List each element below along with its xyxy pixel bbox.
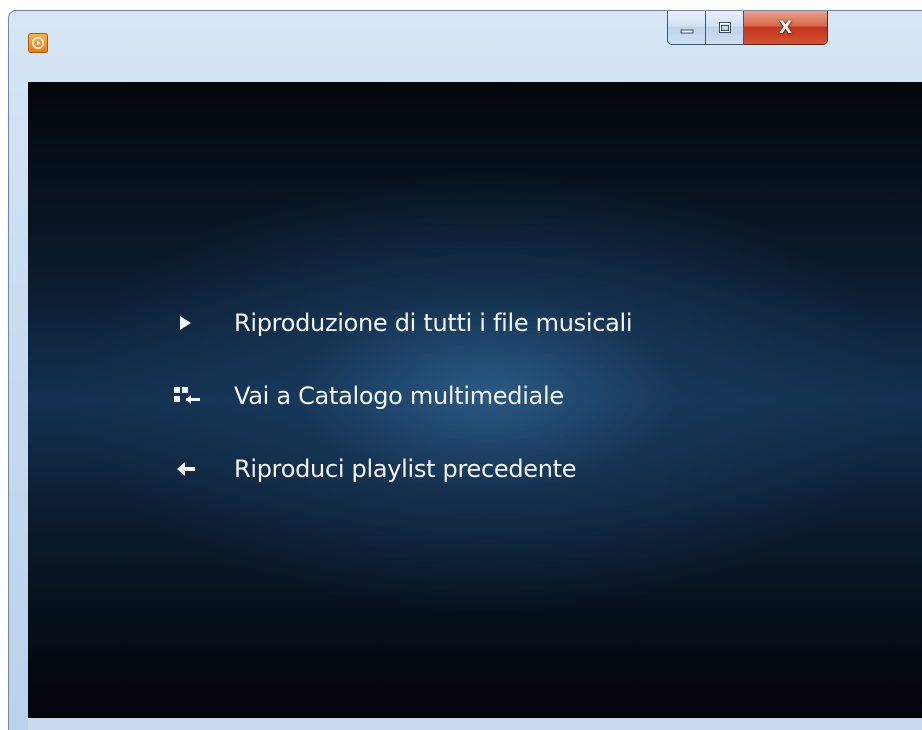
window-bottom-frame xyxy=(28,718,922,730)
window-caption-buttons: X xyxy=(667,11,828,57)
play-icon xyxy=(174,311,208,335)
minimize-icon xyxy=(680,29,693,33)
menu-item-label: Riproduzione di tutti i file musicali xyxy=(234,309,633,337)
window-left-frame xyxy=(8,82,28,730)
library-icon xyxy=(174,384,208,408)
menu-item-label: Vai a Catalogo multimediale xyxy=(234,382,564,410)
menu-item-play-all-music[interactable]: Riproduzione di tutti i file musicali xyxy=(174,303,633,343)
maximize-button[interactable] xyxy=(706,11,744,45)
close-icon: X xyxy=(778,17,793,38)
menu-item-go-to-library[interactable]: Vai a Catalogo multimediale xyxy=(174,376,564,416)
close-button[interactable]: X xyxy=(744,11,828,45)
menu-item-label: Riproduci playlist precedente xyxy=(234,455,577,483)
back-arrow-icon xyxy=(174,457,208,481)
minimize-button[interactable] xyxy=(667,11,706,45)
media-player-icon[interactable] xyxy=(28,33,48,53)
play-glyph-icon xyxy=(32,37,44,49)
menu-item-play-previous-playlist[interactable]: Riproduci playlist precedente xyxy=(174,449,577,489)
now-playing-area: Riproduzione di tutti i file musicali Va… xyxy=(28,82,922,718)
maximize-icon xyxy=(718,21,731,33)
